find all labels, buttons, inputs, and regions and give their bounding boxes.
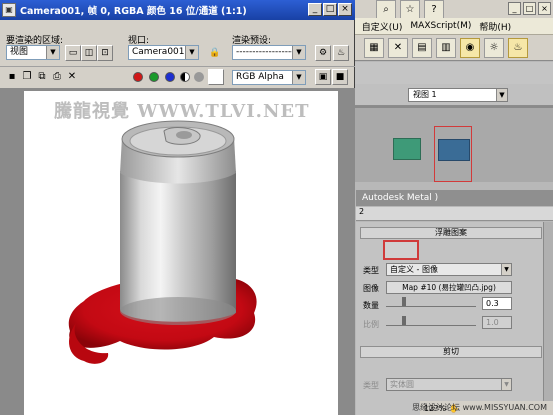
watermark: 騰龍視覺 WWW.TLVI.NET: [54, 101, 310, 122]
area-dropdown-value: 视图: [10, 47, 29, 57]
display-alpha-icon[interactable]: ▣: [315, 69, 331, 85]
scale-slider[interactable]: [386, 316, 476, 326]
rendered-image: 騰龍視覺 WWW.TLVI.NET: [24, 91, 338, 415]
maximize-button[interactable]: □: [323, 3, 337, 16]
mono-channel-icon[interactable]: [194, 72, 204, 82]
slate-toolbar: ▦ ✕ ▤ ▥ ◉ ☼ ♨: [340, 35, 553, 61]
window-title: Camera001, 帧 0, RGBA 颜色 16 位/通道 (1:1): [20, 6, 247, 17]
bump-preview-swatch: [383, 240, 419, 260]
image-map-button[interactable]: Map #10 (易拉罐凹凸.jpg): [386, 281, 512, 294]
scale-label: 比例: [363, 320, 379, 329]
print-icon[interactable]: ⎙: [50, 70, 64, 84]
type-label: 类型: [363, 266, 379, 275]
window-controls: _ □ ×: [308, 3, 352, 16]
green-channel-icon[interactable]: [149, 72, 159, 82]
help-icon[interactable]: ?: [424, 0, 444, 20]
node-selection-frame: [434, 126, 472, 182]
search-icon[interactable]: ⌕: [376, 0, 396, 20]
render-teapot-icon[interactable]: ♨: [333, 45, 349, 61]
app-close-button[interactable]: ×: [538, 2, 551, 15]
preset-dropdown[interactable]: ------------------------ ▼: [232, 45, 306, 60]
menu-help[interactable]: 帮助(H): [475, 20, 515, 33]
image-label: 图像: [363, 284, 379, 293]
amount-label: 数量: [363, 301, 379, 310]
show-map-icon[interactable]: ◉: [460, 37, 480, 58]
channel-dropdown[interactable]: RGB Alpha ▼: [232, 70, 306, 85]
star-icon[interactable]: ☆: [400, 0, 420, 20]
menu-maxscript[interactable]: MAXScript(M): [406, 21, 475, 31]
blue-channel-icon[interactable]: [165, 72, 175, 82]
lock-icon[interactable]: 🔒: [207, 45, 223, 61]
delete-icon[interactable]: ✕: [388, 37, 408, 58]
cutout-type-value: 实体圆: [390, 380, 414, 389]
copy-icon[interactable]: ❐: [20, 70, 34, 84]
auto-region-button[interactable]: ◫: [81, 45, 97, 61]
chevron-down-icon: ▼: [501, 264, 511, 275]
app-menubar: R) 自定义(U) MAXScript(M) 帮助(H): [340, 18, 553, 35]
chevron-down-icon: ▼: [185, 46, 198, 59]
soda-can-render: [68, 120, 257, 364]
type-dropdown[interactable]: 自定义 - 图像 ▼: [386, 263, 512, 276]
chevron-down-icon: ▼: [501, 379, 511, 390]
type-dropdown-value: 自定义 - 图像: [390, 265, 438, 274]
render-title-bar[interactable]: ▣ Camera001, 帧 0, RGBA 颜色 16 位/通道 (1:1) …: [0, 0, 355, 20]
window-icon: ▣: [2, 3, 16, 17]
scale-slider-knob[interactable]: [402, 316, 406, 325]
area-dropdown[interactable]: 视图 ▼: [6, 45, 60, 60]
render-frame-window: ▣ Camera001, 帧 0, RGBA 颜色 16 位/通道 (1:1) …: [0, 0, 355, 415]
sme-toolbar-strip: [350, 62, 553, 84]
cutout-type-dropdown[interactable]: 实体圆 ▼: [386, 378, 512, 391]
viewport-dropdown[interactable]: Camera001 ▼: [128, 45, 199, 60]
save-icon[interactable]: ▪: [5, 70, 19, 84]
bump-rollout-header[interactable]: 浮雕图案: [360, 227, 542, 239]
edit-region-button[interactable]: ▭: [65, 45, 81, 61]
cutout-rollout-header[interactable]: 剪切: [360, 346, 542, 358]
app-quick-tools: ⌕ ☆ ?: [376, 0, 496, 20]
chevron-down-icon: ▼: [46, 46, 59, 59]
scale-input[interactable]: 1.0: [482, 316, 512, 329]
viewport-dropdown-value: Camera001: [132, 47, 185, 57]
material-title-bar: Autodesk Metal ): [356, 190, 553, 206]
parameters-scrollbar[interactable]: [543, 222, 553, 415]
material-name-field[interactable]: 2: [356, 207, 553, 221]
material-map-icon[interactable]: ☼: [484, 37, 504, 58]
amount-slider-knob[interactable]: [402, 297, 406, 306]
watermark-bottom: 思缘设计论坛 www.MISSYUAN.COM: [412, 403, 547, 412]
grid-icon[interactable]: ▥: [436, 37, 456, 58]
layout-icon[interactable]: ▤: [412, 37, 432, 58]
app-minimize-button[interactable]: _: [508, 2, 521, 15]
assign-material-icon[interactable]: ▦: [364, 37, 384, 58]
material-node-green[interactable]: [393, 138, 421, 160]
clone-icon[interactable]: ⧉: [35, 70, 49, 84]
chevron-down-icon: ▼: [292, 71, 305, 84]
view-select-value: 视图 1: [413, 90, 437, 99]
chevron-down-icon: ▼: [292, 46, 305, 59]
channel-dropdown-value: RGB Alpha: [236, 72, 284, 82]
amount-slider[interactable]: [386, 297, 476, 307]
app-maximize-button[interactable]: □: [523, 2, 536, 15]
teapot-icon[interactable]: ♨: [508, 37, 528, 58]
minimize-button[interactable]: _: [308, 3, 322, 16]
amount-input[interactable]: 0.3: [482, 297, 512, 310]
render-setup-icon[interactable]: ⚙: [315, 45, 331, 61]
alpha-channel-icon[interactable]: [180, 72, 190, 82]
cutout-type-label: 类型: [363, 381, 379, 390]
clear-icon[interactable]: ✕: [65, 70, 79, 84]
view-select[interactable]: 视图 1 ▼: [408, 88, 508, 102]
display-mono-icon[interactable]: ■: [332, 69, 348, 85]
close-button[interactable]: ×: [338, 3, 352, 16]
chevron-down-icon: ▼: [496, 89, 507, 101]
region-select-button[interactable]: ⊡: [97, 45, 113, 61]
swatch-button[interactable]: [208, 69, 224, 85]
red-channel-icon[interactable]: [133, 72, 143, 82]
menu-customize[interactable]: 自定义(U): [358, 20, 407, 33]
